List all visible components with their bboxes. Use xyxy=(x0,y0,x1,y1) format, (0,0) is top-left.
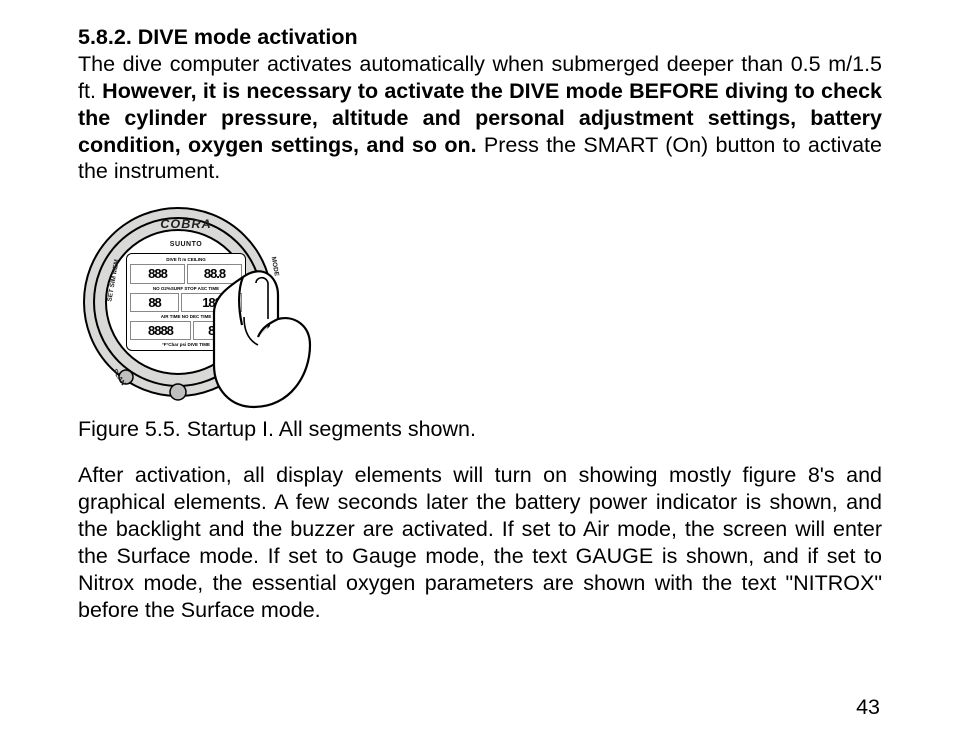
brand-small-label: SUUNTO xyxy=(78,241,294,248)
lcd-row3-legend: AIR TIME NO DEC TIME xyxy=(130,314,242,319)
lcd-row2-legend: NO O2%SURF STOP ASC TIME xyxy=(130,286,242,291)
paragraph-2: After activation, all display elements w… xyxy=(78,462,882,623)
lcd-r3-a: 8888 xyxy=(130,321,191,340)
lcd-r2-b: 188 xyxy=(181,293,242,312)
manual-page: 5.8.2. DIVE mode activation The dive com… xyxy=(0,0,954,756)
lcd-r1-a: 888 xyxy=(130,264,185,283)
lcd-r2-a: 88 xyxy=(130,293,179,312)
lcd-r1-b: 88.8 xyxy=(187,264,242,283)
lcd-r3-b: 888 xyxy=(193,321,242,340)
lcd-row2: 88 188 xyxy=(130,293,242,312)
paragraph-1: The dive computer activates automaticall… xyxy=(78,51,882,185)
lcd-row1-legend: DIVE ft m CEILING xyxy=(130,257,242,262)
brand-main-label: COBRA xyxy=(73,217,300,231)
dive-computer-illustration: COBRA SUUNTO SET SIM MEM MODE PLAN TIME … xyxy=(78,197,294,407)
page-number: 43 xyxy=(856,695,880,720)
lcd-screen: DIVE ft m CEILING 888 88.8 NO O2%SURF ST… xyxy=(126,253,246,351)
figure-caption: Figure 5.5. Startup I. All segments show… xyxy=(78,417,882,442)
lcd-row3: 8888 888 xyxy=(130,321,242,340)
figure-5-5: COBRA SUUNTO SET SIM MEM MODE PLAN TIME … xyxy=(78,197,882,407)
lcd-row4-legend: °F°Cbar psi DIVE TIME xyxy=(130,342,242,347)
section-heading: 5.8.2. DIVE mode activation xyxy=(78,24,882,51)
lcd-row1: 888 88.8 xyxy=(130,264,242,283)
